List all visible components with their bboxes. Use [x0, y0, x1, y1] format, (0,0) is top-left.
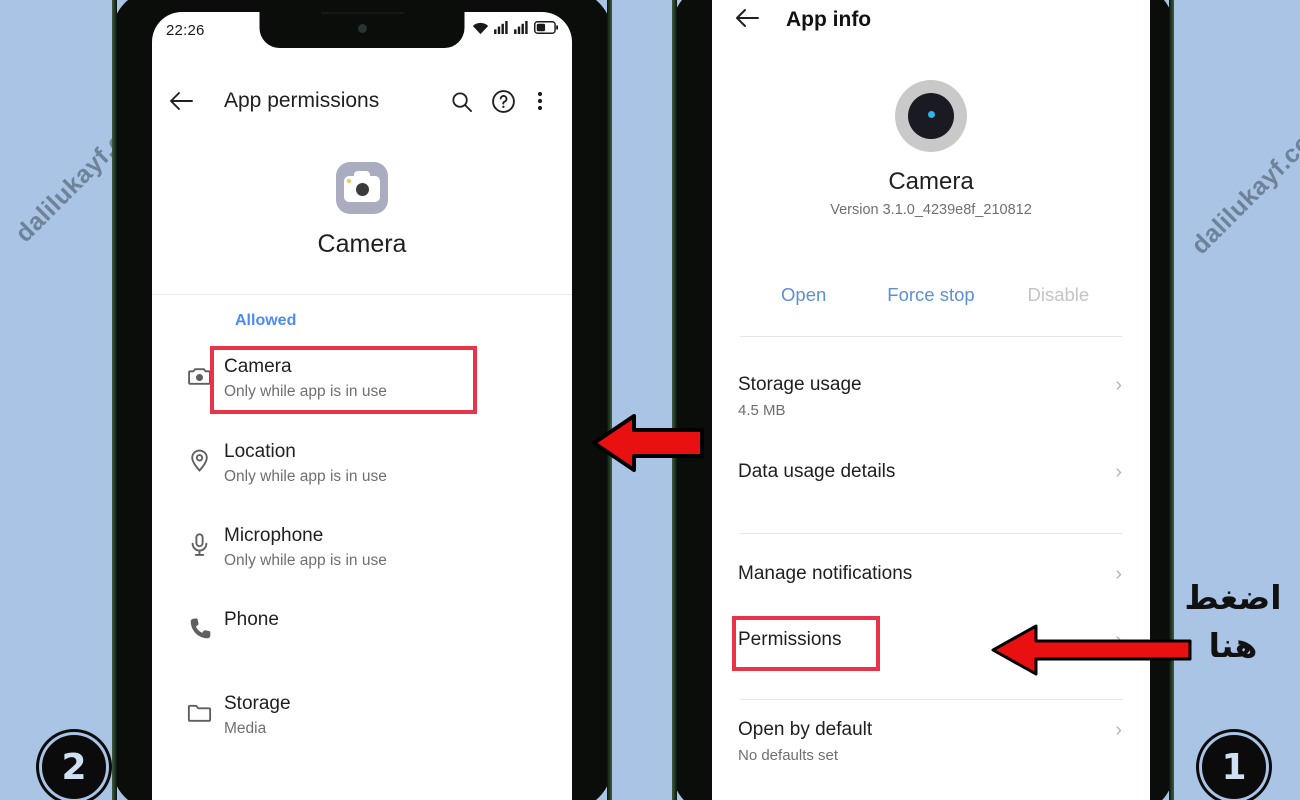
permission-title: Camera [224, 356, 292, 377]
permission-title: Location [224, 441, 296, 462]
app-version: Version 3.1.0_4239e8f_210812 [830, 202, 1032, 218]
annotation-arrow-right [988, 622, 1193, 683]
disable-button: Disable [1027, 284, 1090, 305]
overflow-menu-button[interactable] [524, 89, 556, 113]
chevron-right-icon: › [1115, 719, 1122, 741]
camera-lens-icon [895, 80, 967, 152]
arabic-instruction: اضغط هنا [1178, 578, 1288, 666]
status-time: 22:26 [166, 21, 205, 39]
permission-row-camera[interactable]: Camera Only while app is in use [152, 346, 572, 436]
permission-row-phone[interactable]: Phone [152, 604, 572, 688]
location-icon [174, 436, 224, 473]
arabic-line-2: هنا [1208, 626, 1258, 665]
row-subtitle: 4.5 MB [738, 402, 786, 419]
row-title: Data usage details [738, 461, 896, 482]
phone-notch [259, 12, 465, 48]
force-stop-button[interactable]: Force stop [867, 284, 994, 306]
wifi-icon [472, 21, 489, 40]
chevron-right-icon: › [1115, 374, 1122, 396]
divider [740, 336, 1122, 337]
permission-subtitle: Media [224, 720, 267, 737]
chevron-right-icon: › [1115, 563, 1122, 585]
row-title: Open by default [738, 719, 873, 740]
permission-subtitle: Only while app is in use [224, 468, 387, 485]
section-label-allowed: Allowed [235, 312, 297, 329]
front-camera [357, 24, 367, 33]
app-header: Camera Version 3.1.0_4239e8f_210812 [712, 80, 1150, 218]
row-manage-notifications[interactable]: Manage notifications › [712, 561, 1150, 587]
back-arrow-icon [170, 92, 193, 110]
annotation-arrow-middle [588, 412, 706, 479]
permission-title: Storage [224, 693, 291, 714]
phone-device-left: 22:26 App permissions Camera Allowed Cam… [112, 0, 612, 800]
earpiece-speaker [319, 12, 405, 14]
row-title: Manage notifications [738, 563, 913, 584]
permission-row-location[interactable]: Location Only while app is in use [152, 436, 572, 520]
appbar-right: App info [712, 0, 1150, 46]
folder-icon [174, 688, 224, 725]
back-button[interactable] [168, 90, 212, 112]
help-button[interactable] [482, 89, 524, 114]
microphone-icon [174, 520, 224, 557]
permission-subtitle: Only while app is in use [224, 552, 387, 569]
page-title: App info [786, 8, 872, 31]
camera-app-icon [336, 162, 388, 214]
divider [152, 294, 572, 295]
app-header: Camera [152, 140, 572, 259]
step-number: 1 [1221, 746, 1247, 788]
search-button[interactable] [440, 90, 482, 113]
back-arrow-icon [736, 8, 759, 27]
app-name: Camera [317, 230, 407, 258]
row-storage-usage[interactable]: Storage usage 4.5 MB › [712, 372, 1150, 422]
permission-title: Microphone [224, 525, 324, 546]
permission-row-storage[interactable]: Storage Media [152, 688, 572, 772]
back-button[interactable] [734, 7, 760, 34]
step-number: 2 [61, 746, 87, 788]
permission-subtitle: Only while app is in use [224, 383, 387, 400]
row-open-by-default[interactable]: Open by default No defaults set › [712, 717, 1150, 767]
help-icon [491, 89, 515, 113]
chevron-right-icon: › [1115, 461, 1122, 483]
battery-icon [534, 21, 558, 39]
screenshot-root: dalilukayf.com dalilukayf.com 22:26 App … [0, 0, 1300, 800]
permission-row-microphone[interactable]: Microphone Only while app is in use [152, 520, 572, 604]
step-badge-1: 1 [1202, 735, 1266, 799]
permissions-list: Camera Only while app is in use Location… [152, 346, 572, 772]
signal-icon [514, 21, 529, 39]
permission-title: Phone [224, 609, 279, 630]
phone-screen-left: 22:26 App permissions Camera Allowed Cam… [152, 12, 572, 800]
signal-icon [494, 21, 509, 39]
arabic-line-1: اضغط [1184, 578, 1282, 617]
divider [740, 699, 1122, 700]
app-actions: Open Force stop Disable [712, 284, 1150, 306]
row-title: Permissions [738, 629, 842, 650]
phone-icon [174, 604, 224, 641]
row-data-usage-details[interactable]: Data usage details › [712, 459, 1150, 485]
divider [740, 533, 1122, 534]
open-button[interactable]: Open [740, 284, 867, 306]
status-icons [472, 21, 558, 40]
row-subtitle: No defaults set [738, 747, 839, 764]
app-name: Camera [888, 168, 974, 195]
search-icon [451, 91, 472, 112]
row-title: Storage usage [738, 374, 862, 395]
more-vertical-icon [537, 91, 543, 111]
appbar-left: App permissions [152, 70, 572, 132]
step-badge-2: 2 [42, 735, 106, 799]
page-title: App permissions [224, 89, 380, 112]
watermark-right: dalilukayf.com [1186, 112, 1300, 260]
